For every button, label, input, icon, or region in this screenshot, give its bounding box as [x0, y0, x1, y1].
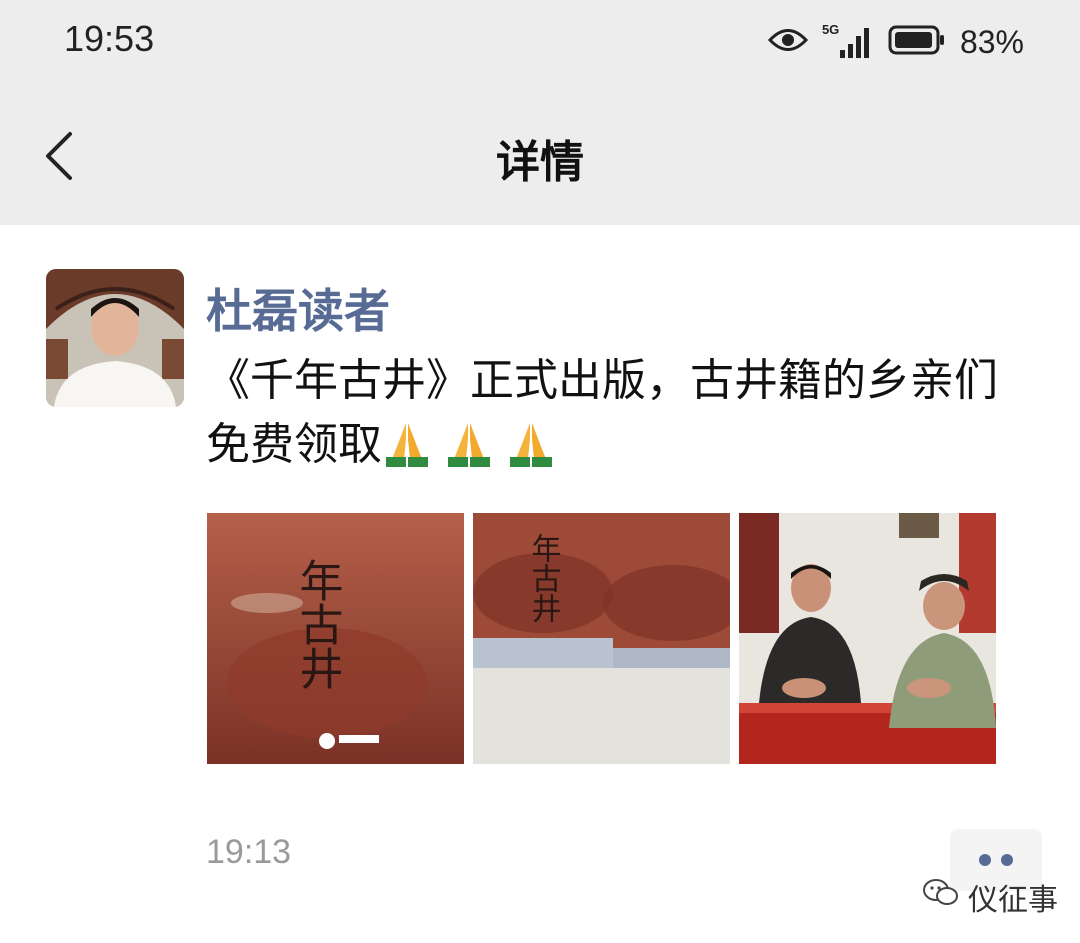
- wechat-bubble-icon: [922, 878, 960, 916]
- watermark: 仪征事: [922, 875, 1058, 919]
- battery-icon: [888, 25, 946, 59]
- author-name[interactable]: 杜磊读者: [206, 275, 390, 341]
- post-time: 19:13: [206, 833, 292, 871]
- page-title: 详情: [496, 137, 584, 188]
- photo-two-men[interactable]: [739, 513, 996, 764]
- folded-hands-icon: [444, 419, 494, 485]
- post-text-body: 《千年古井》正式出版，古井籍的乡亲们免费领取: [206, 355, 998, 470]
- photo-stacked-books[interactable]: 年古井: [473, 513, 730, 764]
- avatar[interactable]: [46, 269, 184, 407]
- emoji-row: [382, 419, 556, 485]
- status-bar: 19:53 5G 83%: [0, 0, 1080, 88]
- photo-book-cover[interactable]: 年古井: [207, 513, 464, 764]
- watermark-text: 仪征事: [968, 883, 1058, 918]
- signal-icon: 5G: [822, 22, 874, 62]
- status-icons: 5G 83%: [767, 20, 1024, 64]
- post-text: 《千年古井》正式出版，古井籍的乡亲们免费领取: [206, 349, 1036, 485]
- nav-bar: 详情: [0, 88, 1080, 225]
- folded-hands-icon: [506, 419, 556, 485]
- battery-percent: 83%: [959, 23, 1024, 60]
- cover-title-1: 年古井: [292, 558, 343, 690]
- moments-post: 杜磊读者 《千年古井》正式出版，古井籍的乡亲们免费领取 年古井 年古井 19:1…: [0, 225, 1080, 943]
- folded-hands-icon: [382, 419, 432, 485]
- photo-grid: 年古井 年古井: [207, 513, 996, 764]
- cover-title-2: 年古井: [526, 533, 561, 623]
- eye-icon: [767, 27, 809, 57]
- status-time: 19:53: [64, 18, 155, 59]
